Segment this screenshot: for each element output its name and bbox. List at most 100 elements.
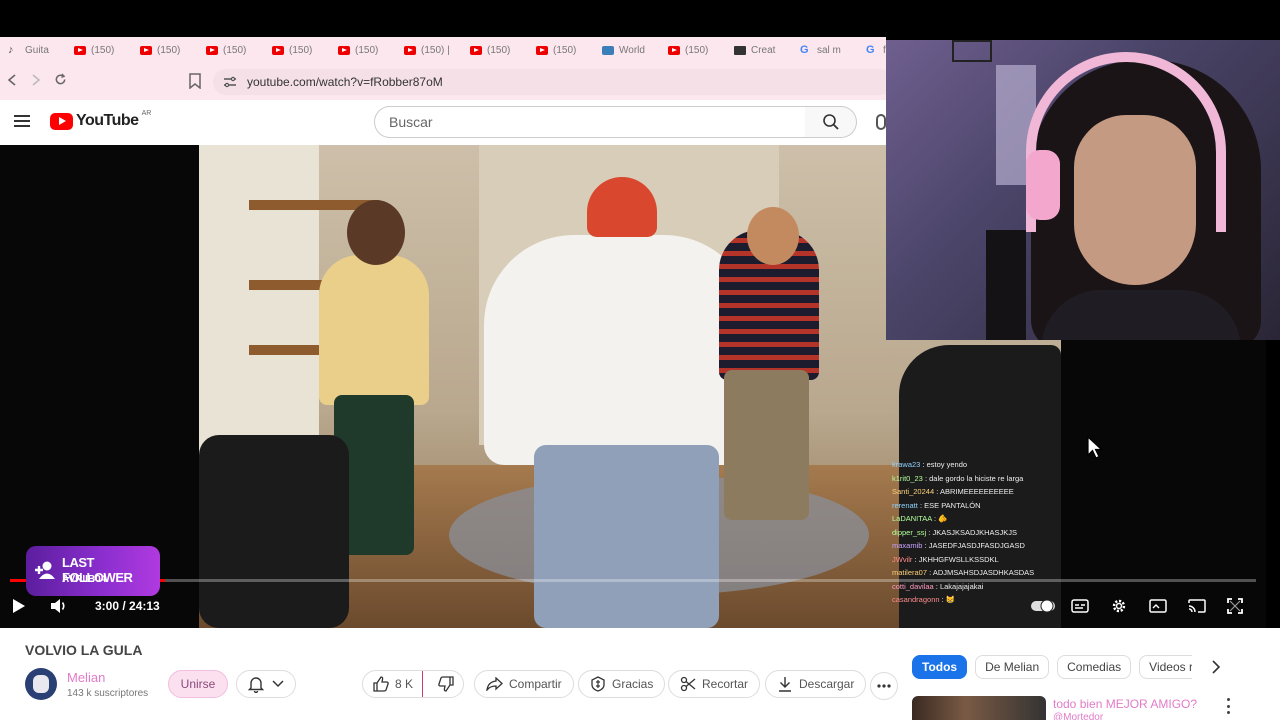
- person-head: [347, 200, 405, 265]
- chat-username: krawa23: [892, 460, 921, 469]
- browser-tab[interactable]: World: [598, 40, 664, 62]
- autoplay-toggle[interactable]: [1030, 596, 1056, 616]
- scissors-icon: [680, 676, 696, 692]
- play-button[interactable]: [9, 596, 29, 616]
- more-vertical-icon[interactable]: [1224, 698, 1232, 714]
- guitar-icon: ♪: [8, 44, 14, 56]
- share-button[interactable]: Compartir: [474, 670, 574, 698]
- chat-username: dipper_ssj: [892, 527, 927, 537]
- cast-button[interactable]: [1187, 596, 1207, 616]
- browser-tab[interactable]: (150) |: [400, 40, 466, 62]
- creator-icon: [734, 46, 746, 55]
- browser-tab[interactable]: ♪ Guita: [4, 40, 70, 62]
- video-title: VOLVIO LA GULA: [25, 642, 143, 658]
- chevron-right-icon[interactable]: [1208, 659, 1224, 675]
- person-head: [747, 207, 799, 265]
- channel-avatar[interactable]: [25, 668, 57, 700]
- subtitles-button[interactable]: [1070, 596, 1090, 616]
- chat-text: ESE PANTALÓN: [924, 500, 981, 510]
- browser-tab[interactable]: (150): [70, 40, 136, 62]
- microphone-icon[interactable]: [876, 114, 886, 130]
- browser-tab[interactable]: (150): [334, 40, 400, 62]
- clip-label: Recortar: [702, 677, 749, 691]
- clip-button[interactable]: Recortar: [668, 670, 761, 698]
- fullscreen-icon: [1227, 598, 1243, 614]
- miniplayer-button[interactable]: [1148, 596, 1168, 616]
- screen-top-border: [0, 0, 1280, 37]
- volume-button[interactable]: [49, 596, 69, 616]
- browser-tab[interactable]: Gfo: [862, 40, 886, 62]
- tab-label: (150): [685, 45, 709, 56]
- related-filter-chips: Todos De Melian Comedias Videos relac: [912, 655, 1192, 679]
- cast-icon: [1188, 599, 1206, 613]
- browser-tab[interactable]: (150): [466, 40, 532, 62]
- download-label: Descargar: [799, 677, 855, 691]
- tab-label: sal m: [817, 45, 841, 56]
- chat-text: JKHHGFWSLLKSSDKL: [918, 554, 999, 564]
- chat-message: LaDANITAA : 🫵: [892, 514, 948, 523]
- chevron-down-icon: [272, 680, 284, 688]
- youtube-logo[interactable]: YouTube AR: [50, 110, 151, 130]
- like-count: 8 K: [395, 677, 414, 691]
- reload-button[interactable]: [48, 73, 72, 91]
- thanks-button[interactable]: Gracias: [578, 670, 666, 698]
- filter-chip[interactable]: Videos relac: [1139, 655, 1192, 679]
- browser-tab[interactable]: (150): [202, 40, 268, 62]
- thumbs-up-icon: [373, 676, 389, 692]
- browser-tab[interactable]: (150): [532, 40, 598, 62]
- filter-chip[interactable]: Comedias: [1057, 655, 1132, 679]
- address-bar[interactable]: youtube.com/watch?v=fRobber87oM: [213, 69, 893, 95]
- like-button[interactable]: 8 K: [363, 671, 424, 697]
- tab-label: (150): [487, 45, 511, 56]
- stream-chat: krawa23 : estoy yendo k1rit0_23 : dale go…: [892, 458, 1072, 607]
- browser-tab[interactable]: Creat: [730, 40, 796, 62]
- chat-text: dale gordo la hiciste re larga: [929, 473, 1024, 483]
- tab-label: Guita: [25, 45, 49, 56]
- back-arrow-icon: [7, 74, 16, 86]
- browser-tab[interactable]: (150): [664, 40, 730, 62]
- settings-button[interactable]: [1109, 596, 1129, 616]
- filter-chip[interactable]: Todos: [912, 655, 968, 679]
- site-settings-icon[interactable]: [223, 76, 237, 88]
- recommended-channel[interactable]: @Mortedor: [1053, 712, 1103, 720]
- browser-tab[interactable]: Gsal m: [796, 40, 862, 62]
- tab-label: (150) |: [421, 45, 450, 56]
- youtube-icon: [470, 46, 482, 55]
- person-khaki-pants: [724, 370, 809, 520]
- back-button[interactable]: [0, 73, 24, 91]
- browser-tab[interactable]: (150): [136, 40, 202, 62]
- chat-text: 🫵: [938, 514, 948, 523]
- thumbs-down-icon: [438, 676, 454, 692]
- join-button[interactable]: Unirse: [168, 670, 228, 698]
- more-actions-button[interactable]: [870, 672, 898, 700]
- logo-text: YouTube: [76, 112, 139, 129]
- chat-username: maxamib: [892, 541, 923, 550]
- dislike-button[interactable]: [429, 676, 463, 692]
- video-progress-bar[interactable]: [10, 579, 1256, 582]
- bookmark-icon[interactable]: [188, 73, 202, 89]
- forward-button[interactable]: [24, 73, 48, 91]
- bell-icon: [248, 676, 264, 693]
- fullscreen-button[interactable]: [1225, 596, 1245, 616]
- chat-text: ABRIMEEEEEEEEEE: [939, 487, 1014, 496]
- notifications-button[interactable]: [236, 670, 296, 698]
- youtube-masthead: YouTube AR: [0, 100, 886, 145]
- recommended-thumbnail[interactable]: [912, 696, 1046, 720]
- menu-icon[interactable]: [14, 115, 30, 127]
- screen: ♪ Guita (150) (150) (150) (150) (150) (150) | (1…: [0, 0, 1280, 720]
- recommended-title[interactable]: todo bien MEJOR AMIGO?: [1053, 697, 1197, 711]
- browser-toolbar: youtube.com/watch?v=fRobber87oM: [0, 64, 893, 100]
- youtube-icon: [338, 46, 350, 55]
- search-input[interactable]: [389, 114, 805, 130]
- download-button[interactable]: Descargar: [765, 670, 867, 698]
- filter-chip[interactable]: De Melian: [975, 655, 1050, 679]
- search-button[interactable]: [805, 106, 857, 138]
- headphone-earcup: [1026, 150, 1060, 220]
- channel-name[interactable]: Melian: [67, 670, 105, 685]
- download-icon: [779, 677, 791, 692]
- webcam-wall-frame: [952, 40, 992, 62]
- google-icon: G: [800, 44, 809, 56]
- toggle-icon: [1031, 599, 1055, 613]
- youtube-icon: [206, 46, 218, 55]
- browser-tab[interactable]: (150): [268, 40, 334, 62]
